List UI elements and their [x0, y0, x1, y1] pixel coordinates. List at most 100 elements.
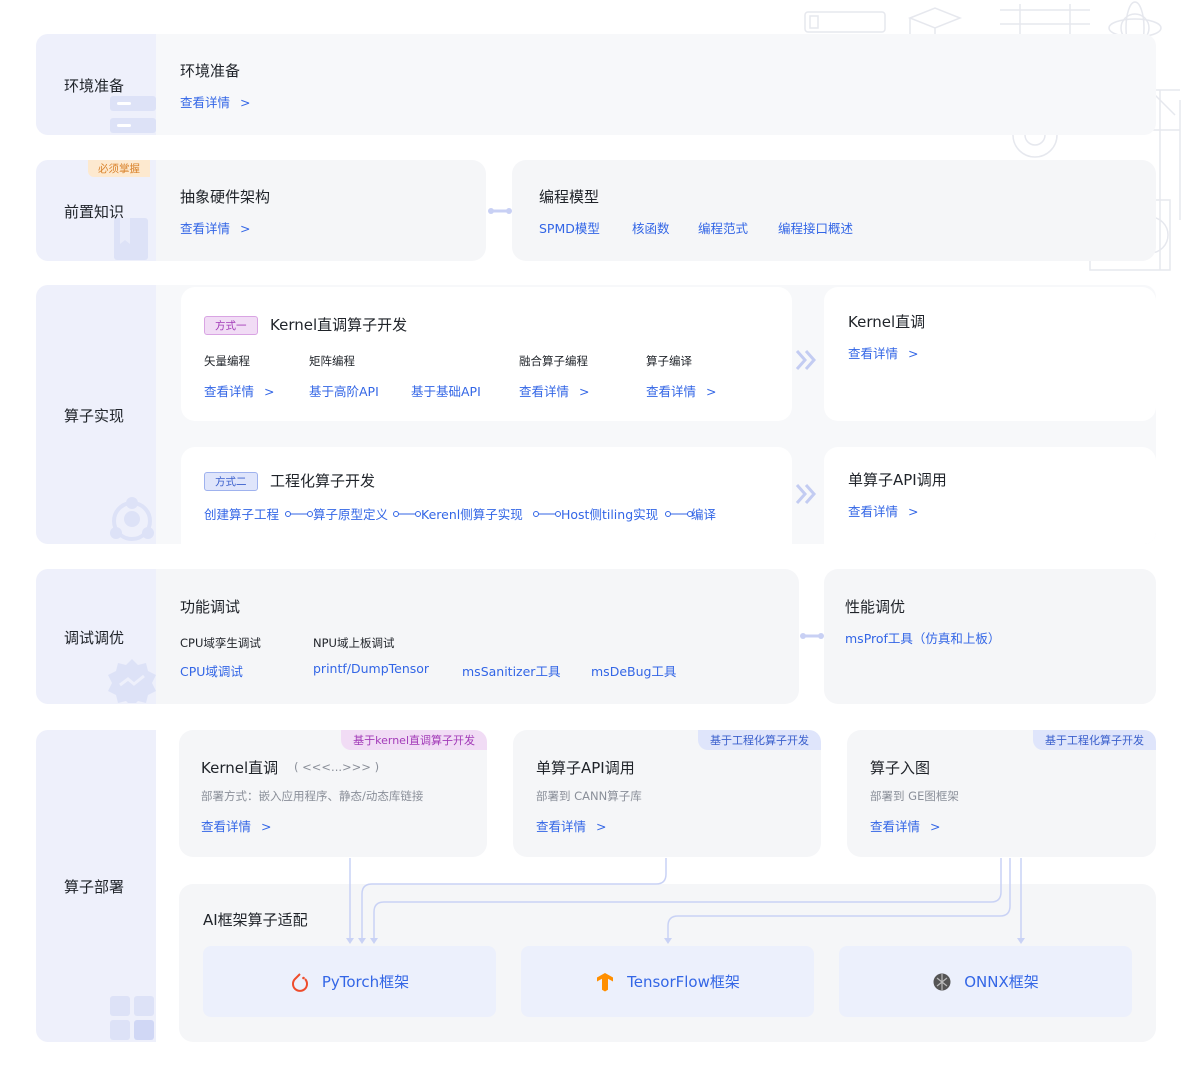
create-project-link[interactable]: 创建算子工程 [204, 504, 279, 523]
deploy-single-op-title: 单算子API调用 [536, 759, 635, 777]
vector-prog-label: 矢量编程 [204, 354, 250, 368]
chevron-right-icon: > [596, 819, 607, 834]
chevron-right-icon: > [930, 819, 941, 834]
step-connector [533, 511, 561, 517]
deploy-kernel-detail-link[interactable]: 查看详情 > [201, 816, 272, 835]
deploy-graph-card: 基于工程化算子开发 算子入图 部署到 GE图框架 查看详情 > [847, 730, 1156, 857]
kernel-direct-dev-card: 方式一 Kernel直调算子开发 矢量编程 查看详情 > 矩阵编程 基于高阶API… [181, 287, 792, 421]
pytorch-label: PyTorch框架 [321, 973, 410, 991]
deploy-single-op-desc: 部署到 CANN算子库 [536, 789, 642, 803]
kernel-based-corner-tag: 基于kernel直调算子开发 [341, 730, 487, 750]
chevron-right-icon: > [240, 95, 251, 110]
deploy-kernel-syntax: ( <<<...>>> ) [294, 760, 380, 774]
cpu-debug-label: CPU域孪生调试 [180, 636, 261, 650]
engineering-dev-card: 方式二 工程化算子开发 创建算子工程 算子原型定义 Kerenl侧算子实现 Ho… [181, 447, 792, 544]
pytorch-framework-box[interactable]: PyTorch框架 [203, 946, 496, 1017]
method-one-tag: 方式一 [204, 316, 258, 335]
side-panel-debug: 调试调优 [36, 569, 156, 704]
gear-icon [108, 659, 156, 703]
section-label-debug: 调试调优 [64, 629, 125, 647]
deploy-graph-desc: 部署到 GE图框架 [870, 789, 959, 803]
op-compile-label: 算子编译 [646, 354, 692, 368]
connector-icon [800, 633, 824, 639]
deploy-kernel-card: 基于kernel直调算子开发 Kernel直调 ( <<<...>>> ) 部署… [179, 730, 487, 857]
section-pre: 前置知识 必须掌握 抽象硬件架构 查看详情 > 编程模型 SPMD模型 核函数 编… [36, 160, 1156, 261]
tensorflow-icon [597, 972, 614, 991]
connector-icon [488, 208, 512, 214]
step-connector [285, 511, 313, 517]
step-connector [665, 511, 693, 517]
tensorflow-framework-box[interactable]: TensorFlow框架 [521, 946, 814, 1017]
high-level-api-link[interactable]: 基于高阶API [309, 381, 379, 400]
deploy-graph-title: 算子入图 [870, 759, 931, 777]
chevron-right-icon: > [908, 346, 919, 361]
fusion-prog-detail-link[interactable]: 查看详情 > [519, 381, 590, 400]
section-label-impl: 算子实现 [64, 407, 125, 425]
engineering-based-corner-tag: 基于工程化算子开发 [698, 730, 821, 750]
perf-tuning-title: 性能调优 [845, 598, 906, 616]
double-chevron-right-icon [795, 484, 817, 504]
onnx-icon [933, 973, 951, 990]
deploy-graph-detail-link[interactable]: 查看详情 > [870, 816, 941, 835]
single-op-api-detail-link[interactable]: 查看详情 > [848, 501, 919, 520]
pytorch-icon [291, 972, 308, 992]
onnx-label: ONNX框架 [964, 973, 1039, 991]
tensorflow-label: TensorFlow框架 [627, 973, 740, 991]
op-compile-detail-link[interactable]: 查看详情 > [646, 381, 717, 400]
section-env: 环境准备 环境准备 查看详情 > [36, 34, 1156, 135]
api-overview-link[interactable]: 编程接口概述 [778, 218, 853, 237]
kernel-impl-link[interactable]: Kerenl侧算子实现 [421, 504, 523, 523]
method-two-tag: 方式二 [204, 472, 258, 491]
spmd-link[interactable]: SPMD模型 [539, 218, 600, 237]
hw-arch-detail-link[interactable]: 查看详情 > [180, 218, 251, 237]
single-op-api-title: 单算子API调用 [848, 471, 947, 489]
compile-link[interactable]: 编译 [691, 504, 716, 523]
chevron-right-icon: > [261, 819, 272, 834]
env-detail-link[interactable]: 查看详情 > [180, 92, 251, 111]
vector-prog-detail-link[interactable]: 查看详情 > [204, 381, 275, 400]
chevron-right-icon: > [240, 221, 251, 236]
cpu-debug-link[interactable]: CPU域调试 [180, 661, 243, 680]
printf-dumptensor-link[interactable]: printf/DumpTensor [313, 661, 429, 676]
host-tiling-link[interactable]: Host侧tiling实现 [561, 504, 658, 523]
cluster-icon [110, 497, 154, 541]
engineering-dev-title: 工程化算子开发 [270, 472, 376, 490]
onnx-framework-box[interactable]: ONNX框架 [839, 946, 1132, 1017]
prog-model-card: 编程模型 SPMD模型 核函数 编程范式 编程接口概述 [512, 160, 1156, 261]
mssanitizer-link[interactable]: msSanitizer工具 [462, 661, 560, 680]
prototype-def-link[interactable]: 算子原型定义 [313, 504, 388, 523]
basic-api-link[interactable]: 基于基础API [411, 381, 481, 400]
env-card-title: 环境准备 [180, 62, 241, 80]
chevron-right-icon: > [264, 384, 275, 399]
chevron-right-icon: > [908, 504, 919, 519]
chevron-right-icon: > [579, 384, 590, 399]
paradigm-link[interactable]: 编程范式 [698, 218, 748, 237]
single-op-api-card: 单算子API调用 查看详情 > [824, 447, 1156, 544]
deploy-connector-lines [346, 858, 1025, 944]
msprof-link[interactable]: msProf工具（仿真和上板） [845, 628, 1000, 647]
func-debug-card: 功能调试 CPU域孪生调试 CPU域调试 NPU域上板调试 printf/Dum… [156, 569, 799, 704]
step-connector [393, 511, 421, 517]
side-panel-impl: 算子实现 [36, 285, 156, 544]
deploy-single-op-detail-link[interactable]: 查看详情 > [536, 816, 607, 835]
grid-icon [110, 996, 154, 1040]
deploy-kernel-desc: 部署方式：嵌入应用程序、静态/动态库链接 [201, 789, 424, 803]
engineering-based-corner-tag: 基于工程化算子开发 [1033, 730, 1156, 750]
book-icon [114, 218, 148, 260]
kernel-direct-detail-link[interactable]: 查看详情 > [848, 343, 919, 362]
deploy-kernel-title: Kernel直调 [201, 759, 279, 777]
hw-arch-title: 抽象硬件架构 [180, 188, 271, 206]
chevron-right-icon: > [706, 384, 717, 399]
must-master-badge: 必须掌握 [88, 160, 150, 177]
double-chevron-right-icon [795, 350, 817, 370]
deploy-single-op-card: 基于工程化算子开发 单算子API调用 部署到 CANN算子库 查看详情 > [513, 730, 821, 857]
kernel-func-link[interactable]: 核函数 [632, 218, 670, 237]
server-icon [110, 96, 156, 133]
kernel-direct-card: Kernel直调 查看详情 > [824, 287, 1156, 421]
section-impl: 算子实现 方式一 Kernel直调算子开发 矢量编程 查看详情 > 矩阵编程 基于… [36, 285, 1156, 544]
prog-model-title: 编程模型 [539, 188, 600, 206]
npu-debug-label: NPU域上板调试 [313, 636, 395, 650]
section-debug: 调试调优 功能调试 CPU域孪生调试 CPU域调试 NPU域上板调试 print… [36, 569, 1156, 704]
msdebug-link[interactable]: msDeBug工具 [591, 661, 676, 680]
matrix-prog-label: 矩阵编程 [309, 354, 355, 368]
